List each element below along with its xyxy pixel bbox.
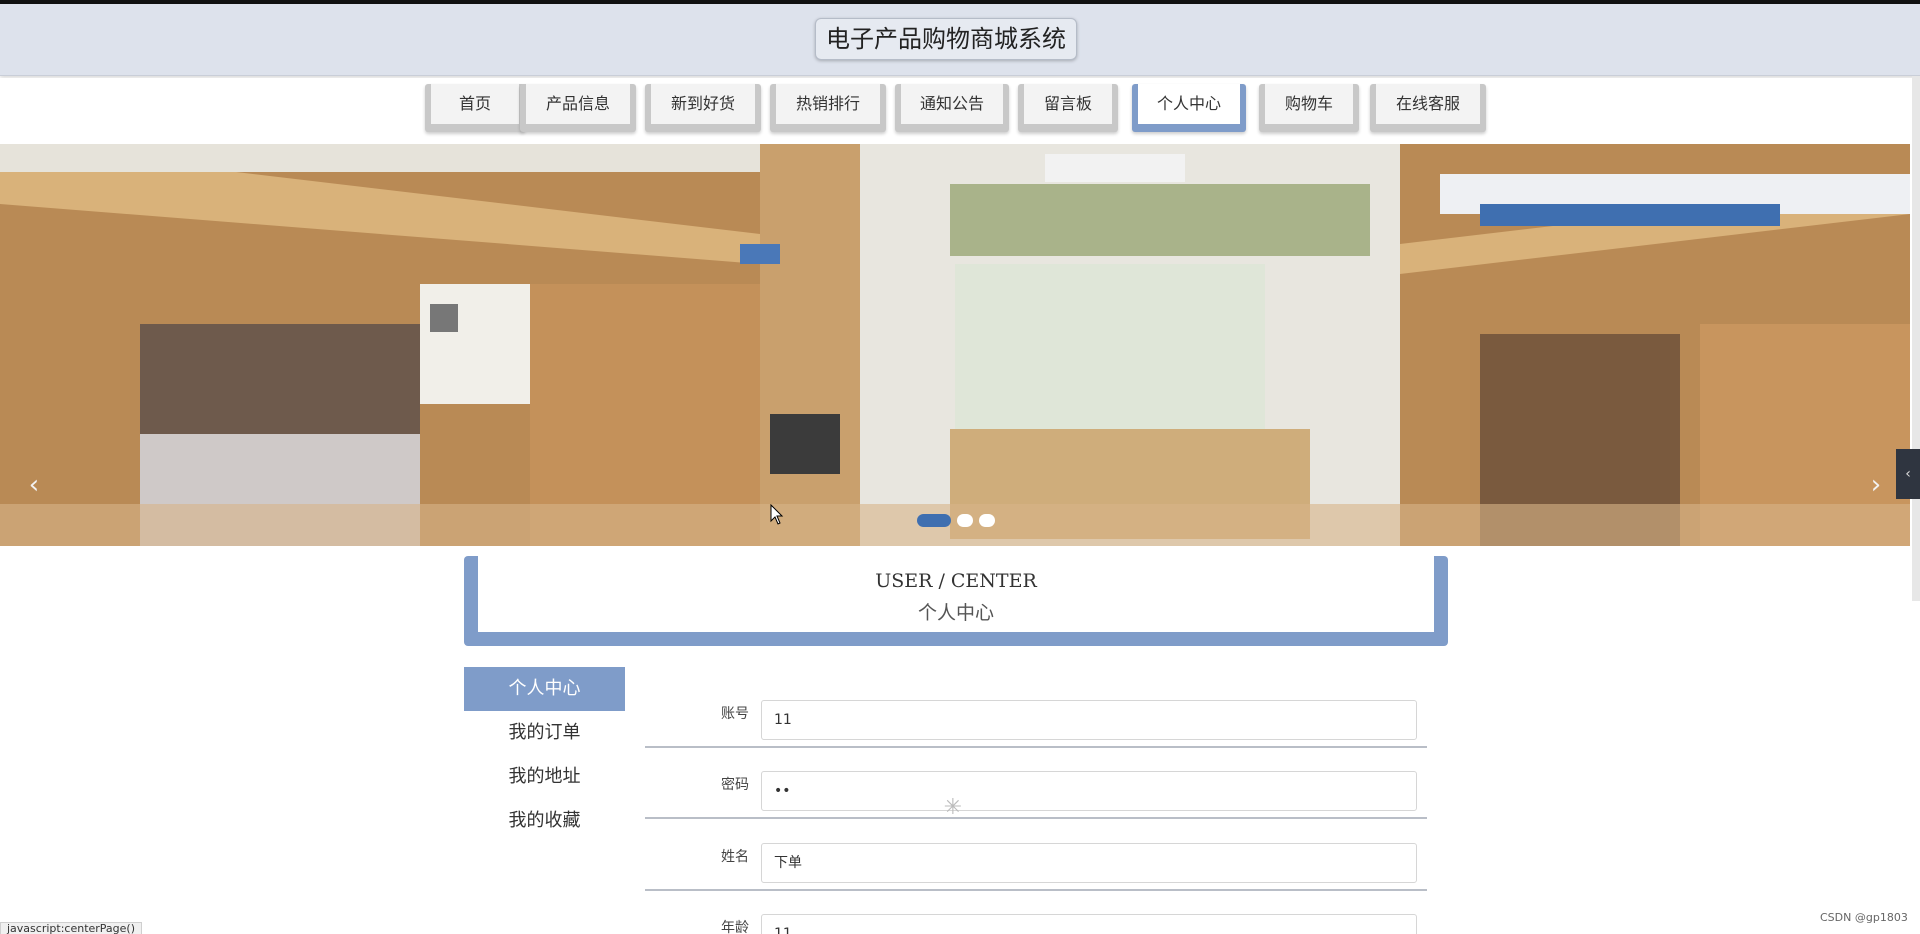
nav-item-new-arrivals[interactable]: 新到好货 xyxy=(645,84,761,132)
nav-item-products[interactable]: 产品信息 xyxy=(520,84,636,132)
page-scrollbar[interactable] xyxy=(1912,76,1920,601)
nav-item-label: 通知公告 xyxy=(901,84,1003,124)
carousel-next-button[interactable]: › xyxy=(1856,466,1896,506)
mouse-cursor-icon xyxy=(770,504,784,525)
nav-item-label: 首页 xyxy=(431,84,519,124)
nav-item-label: 新到好货 xyxy=(651,84,755,124)
nav-item-label: 在线客服 xyxy=(1376,84,1480,124)
site-title: 电子产品购物商城系统 xyxy=(815,18,1077,60)
account-field[interactable]: 11 xyxy=(761,700,1417,740)
nav-item-hot-ranking[interactable]: 热销排行 xyxy=(770,84,886,132)
form-row-password: 密码 •• xyxy=(645,759,1427,819)
password-field[interactable]: •• xyxy=(761,771,1417,811)
section-title-en: USER / CENTER xyxy=(875,570,1037,592)
account-label: 账号 xyxy=(721,706,749,722)
nav-item-message-board[interactable]: 留言板 xyxy=(1018,84,1118,132)
password-label: 密码 xyxy=(721,777,749,793)
chevron-right-icon: › xyxy=(1870,470,1882,500)
site-header: 电子产品购物商城系统 xyxy=(0,4,1920,76)
form-row-account: 账号 11 xyxy=(645,688,1427,748)
section-title-inner: USER / CENTER 个人中心 xyxy=(478,556,1434,632)
menu-item-my-orders[interactable]: 我的订单 xyxy=(464,711,625,755)
nav-item-cart[interactable]: 购物车 xyxy=(1259,84,1359,132)
menu-item-my-address[interactable]: 我的地址 xyxy=(464,755,625,799)
user-center-menu: 个人中心 我的订单 我的地址 我的收藏 xyxy=(464,667,625,843)
nav-item-user-center[interactable]: 个人中心 xyxy=(1132,84,1246,132)
nav-item-label: 购物车 xyxy=(1265,84,1353,124)
banner-image xyxy=(0,144,1910,546)
carousel-prev-button[interactable]: ‹ xyxy=(14,466,54,506)
age-field[interactable]: 11 xyxy=(761,914,1417,934)
chevron-left-icon: ‹ xyxy=(1905,466,1911,482)
menu-item-user-center[interactable]: 个人中心 xyxy=(464,667,625,711)
form-row-name: 姓名 下单 xyxy=(645,831,1427,891)
nav-item-label: 产品信息 xyxy=(526,84,630,124)
watermark: CSDN @gp1803 xyxy=(1820,911,1908,924)
nav-item-notices[interactable]: 通知公告 xyxy=(895,84,1009,132)
name-field[interactable]: 下单 xyxy=(761,843,1417,883)
nav-item-label: 热销排行 xyxy=(776,84,880,124)
main-nav: 首页 产品信息 新到好货 热销排行 通知公告 留言板 个人中心 购物车 在线客服 xyxy=(0,78,1920,144)
section-title-cn: 个人中心 xyxy=(917,602,994,624)
name-label: 姓名 xyxy=(721,849,749,865)
banner-carousel[interactable]: ‹ › xyxy=(0,144,1910,546)
nav-item-label: 个人中心 xyxy=(1138,84,1240,124)
age-label: 年龄 xyxy=(721,920,749,934)
chevron-left-icon: ‹ xyxy=(28,470,40,500)
menu-item-my-favorites[interactable]: 我的收藏 xyxy=(464,799,625,843)
carousel-dot-1[interactable] xyxy=(917,514,951,527)
nav-item-label: 留言板 xyxy=(1024,84,1112,124)
status-bar-url: javascript:centerPage() xyxy=(0,922,143,934)
nav-item-customer-service[interactable]: 在线客服 xyxy=(1370,84,1486,132)
side-panel-toggle[interactable]: ‹ xyxy=(1896,449,1920,499)
nav-item-home[interactable]: 首页 xyxy=(425,84,525,132)
loading-spinner-icon: ✳ xyxy=(943,795,963,820)
form-row-age: 年龄 11 xyxy=(645,902,1427,934)
section-title-box: USER / CENTER 个人中心 xyxy=(464,556,1448,646)
carousel-dot-2[interactable] xyxy=(957,514,973,527)
carousel-dot-3[interactable] xyxy=(979,514,995,527)
